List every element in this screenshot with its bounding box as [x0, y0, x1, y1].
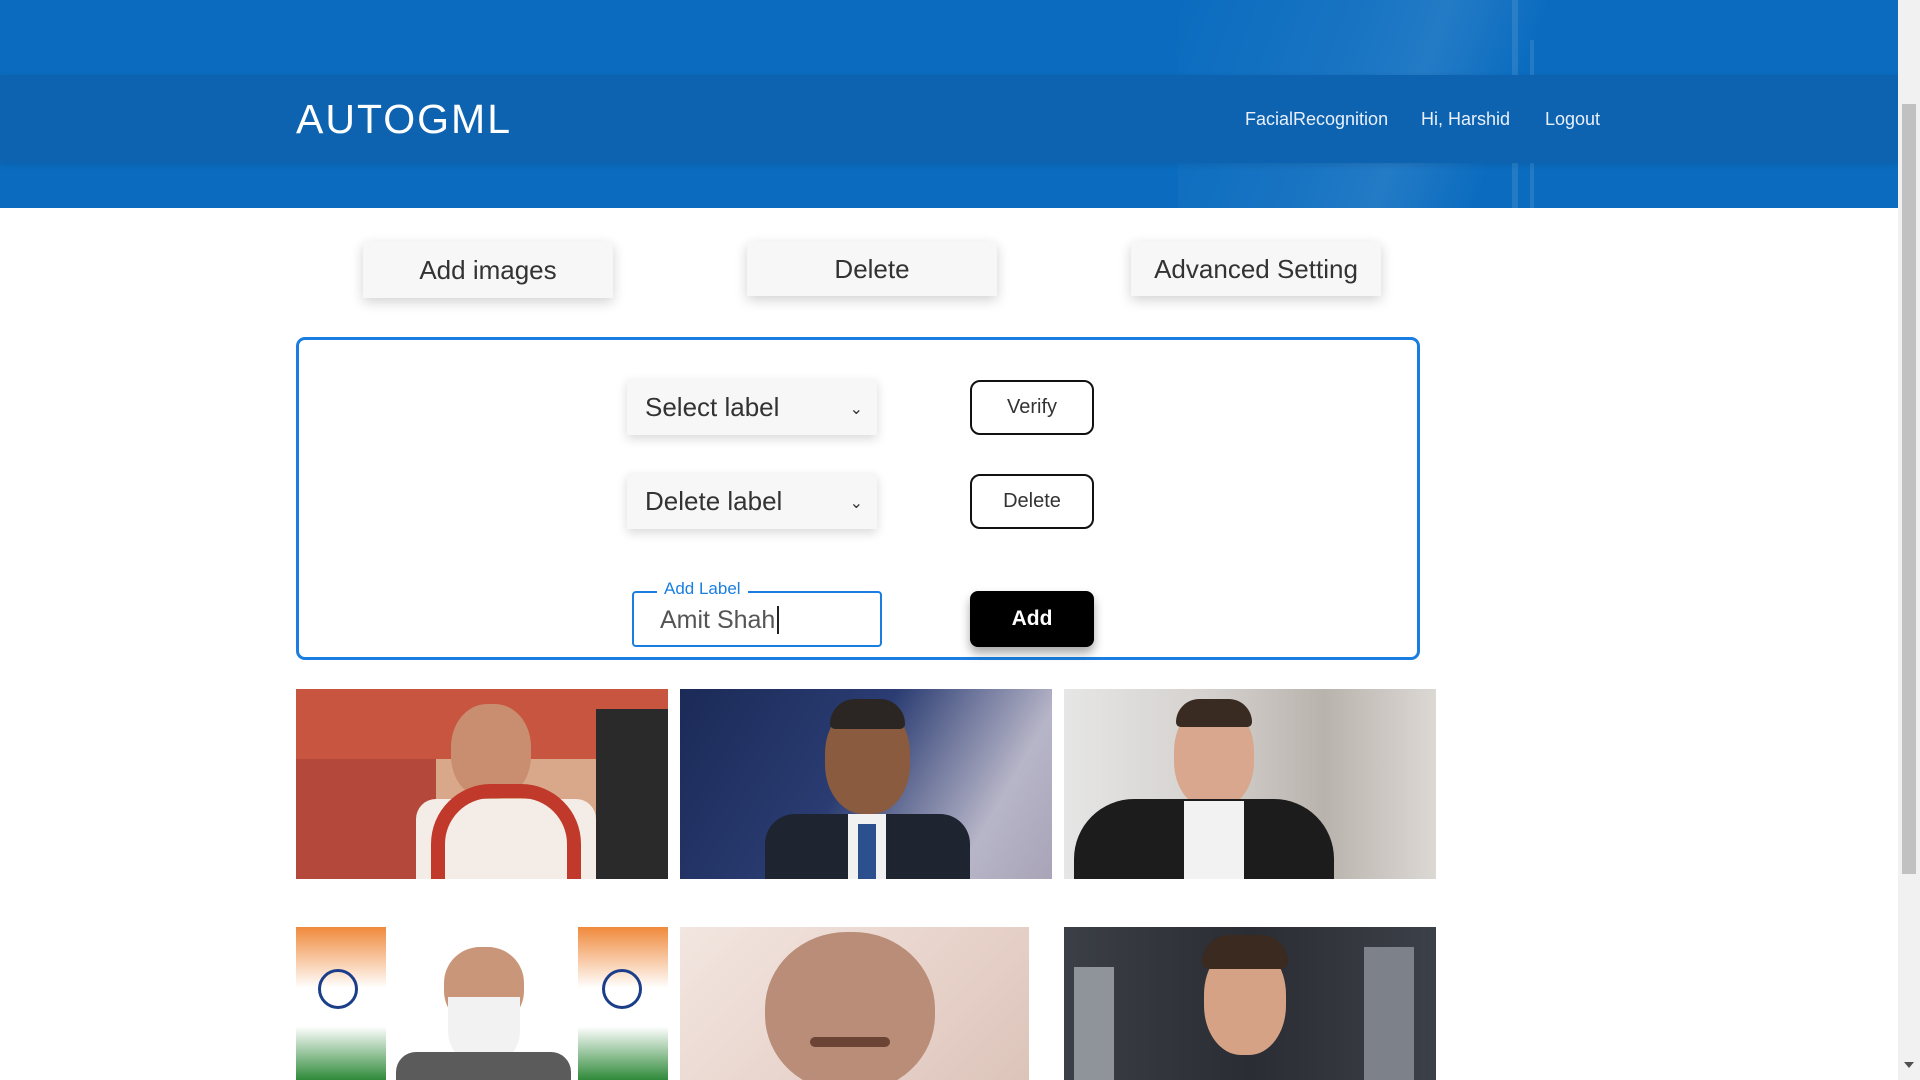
chakra-icon [318, 969, 358, 1009]
photo-shirt [1184, 801, 1244, 879]
delete-label-value: Delete label [645, 485, 783, 516]
advanced-setting-button[interactable]: Advanced Setting [1131, 242, 1381, 296]
add-label-legend: Add Label [657, 578, 748, 600]
photo-amit-shah[interactable] [296, 689, 668, 879]
photo-bg-letter [1364, 947, 1414, 1080]
nav-logout[interactable]: Logout [1545, 107, 1600, 131]
verify-button[interactable]: Verify [970, 380, 1094, 435]
photo-narendra-modi[interactable] [296, 927, 668, 1080]
navbar [0, 75, 1898, 163]
photo-jacket [396, 1052, 571, 1080]
add-label-input[interactable] [660, 604, 870, 636]
photo-tie [858, 824, 876, 879]
photo-barack-obama[interactable] [680, 689, 1052, 879]
text-caret [777, 606, 779, 634]
photo-bg-letter [1074, 967, 1114, 1080]
select-label-dropdown[interactable]: Select label ⌄ [627, 379, 877, 435]
delete-label-dropdown[interactable]: Delete label ⌄ [627, 473, 877, 529]
photo-scarf [431, 784, 581, 879]
chakra-icon [602, 969, 642, 1009]
delete-tab-button[interactable]: Delete [747, 242, 997, 296]
photo-elon-musk[interactable] [1064, 689, 1436, 879]
page-scrollbar[interactable] [1898, 0, 1920, 1080]
delete-label-button[interactable]: Delete [970, 474, 1094, 529]
photo-bg-wall [296, 759, 436, 879]
scrollbar-thumb[interactable] [1902, 104, 1916, 874]
photo-face [765, 932, 935, 1080]
photo-smile [810, 1037, 890, 1047]
nav-facial-recognition[interactable]: FacialRecognition [1245, 107, 1388, 131]
photo-hair [1202, 935, 1288, 969]
chevron-down-icon: ⌄ [849, 495, 863, 512]
photo-hair [1176, 699, 1252, 727]
photo-sardar-patel[interactable] [680, 927, 1029, 1080]
add-label-button[interactable]: Add [970, 591, 1094, 647]
photo-hair [830, 699, 905, 729]
photo-bg-dark [596, 709, 668, 879]
nav-greeting[interactable]: Hi, Harshid [1421, 107, 1510, 131]
scroll-down-arrow-icon[interactable] [1904, 1062, 1914, 1068]
chevron-down-icon: ⌄ [849, 401, 863, 418]
add-images-button[interactable]: Add images [363, 242, 613, 298]
select-label-value: Select label [645, 391, 780, 422]
brand-logo[interactable]: AUTOGML [296, 94, 512, 144]
photo-tom-cruise[interactable] [1064, 927, 1436, 1080]
